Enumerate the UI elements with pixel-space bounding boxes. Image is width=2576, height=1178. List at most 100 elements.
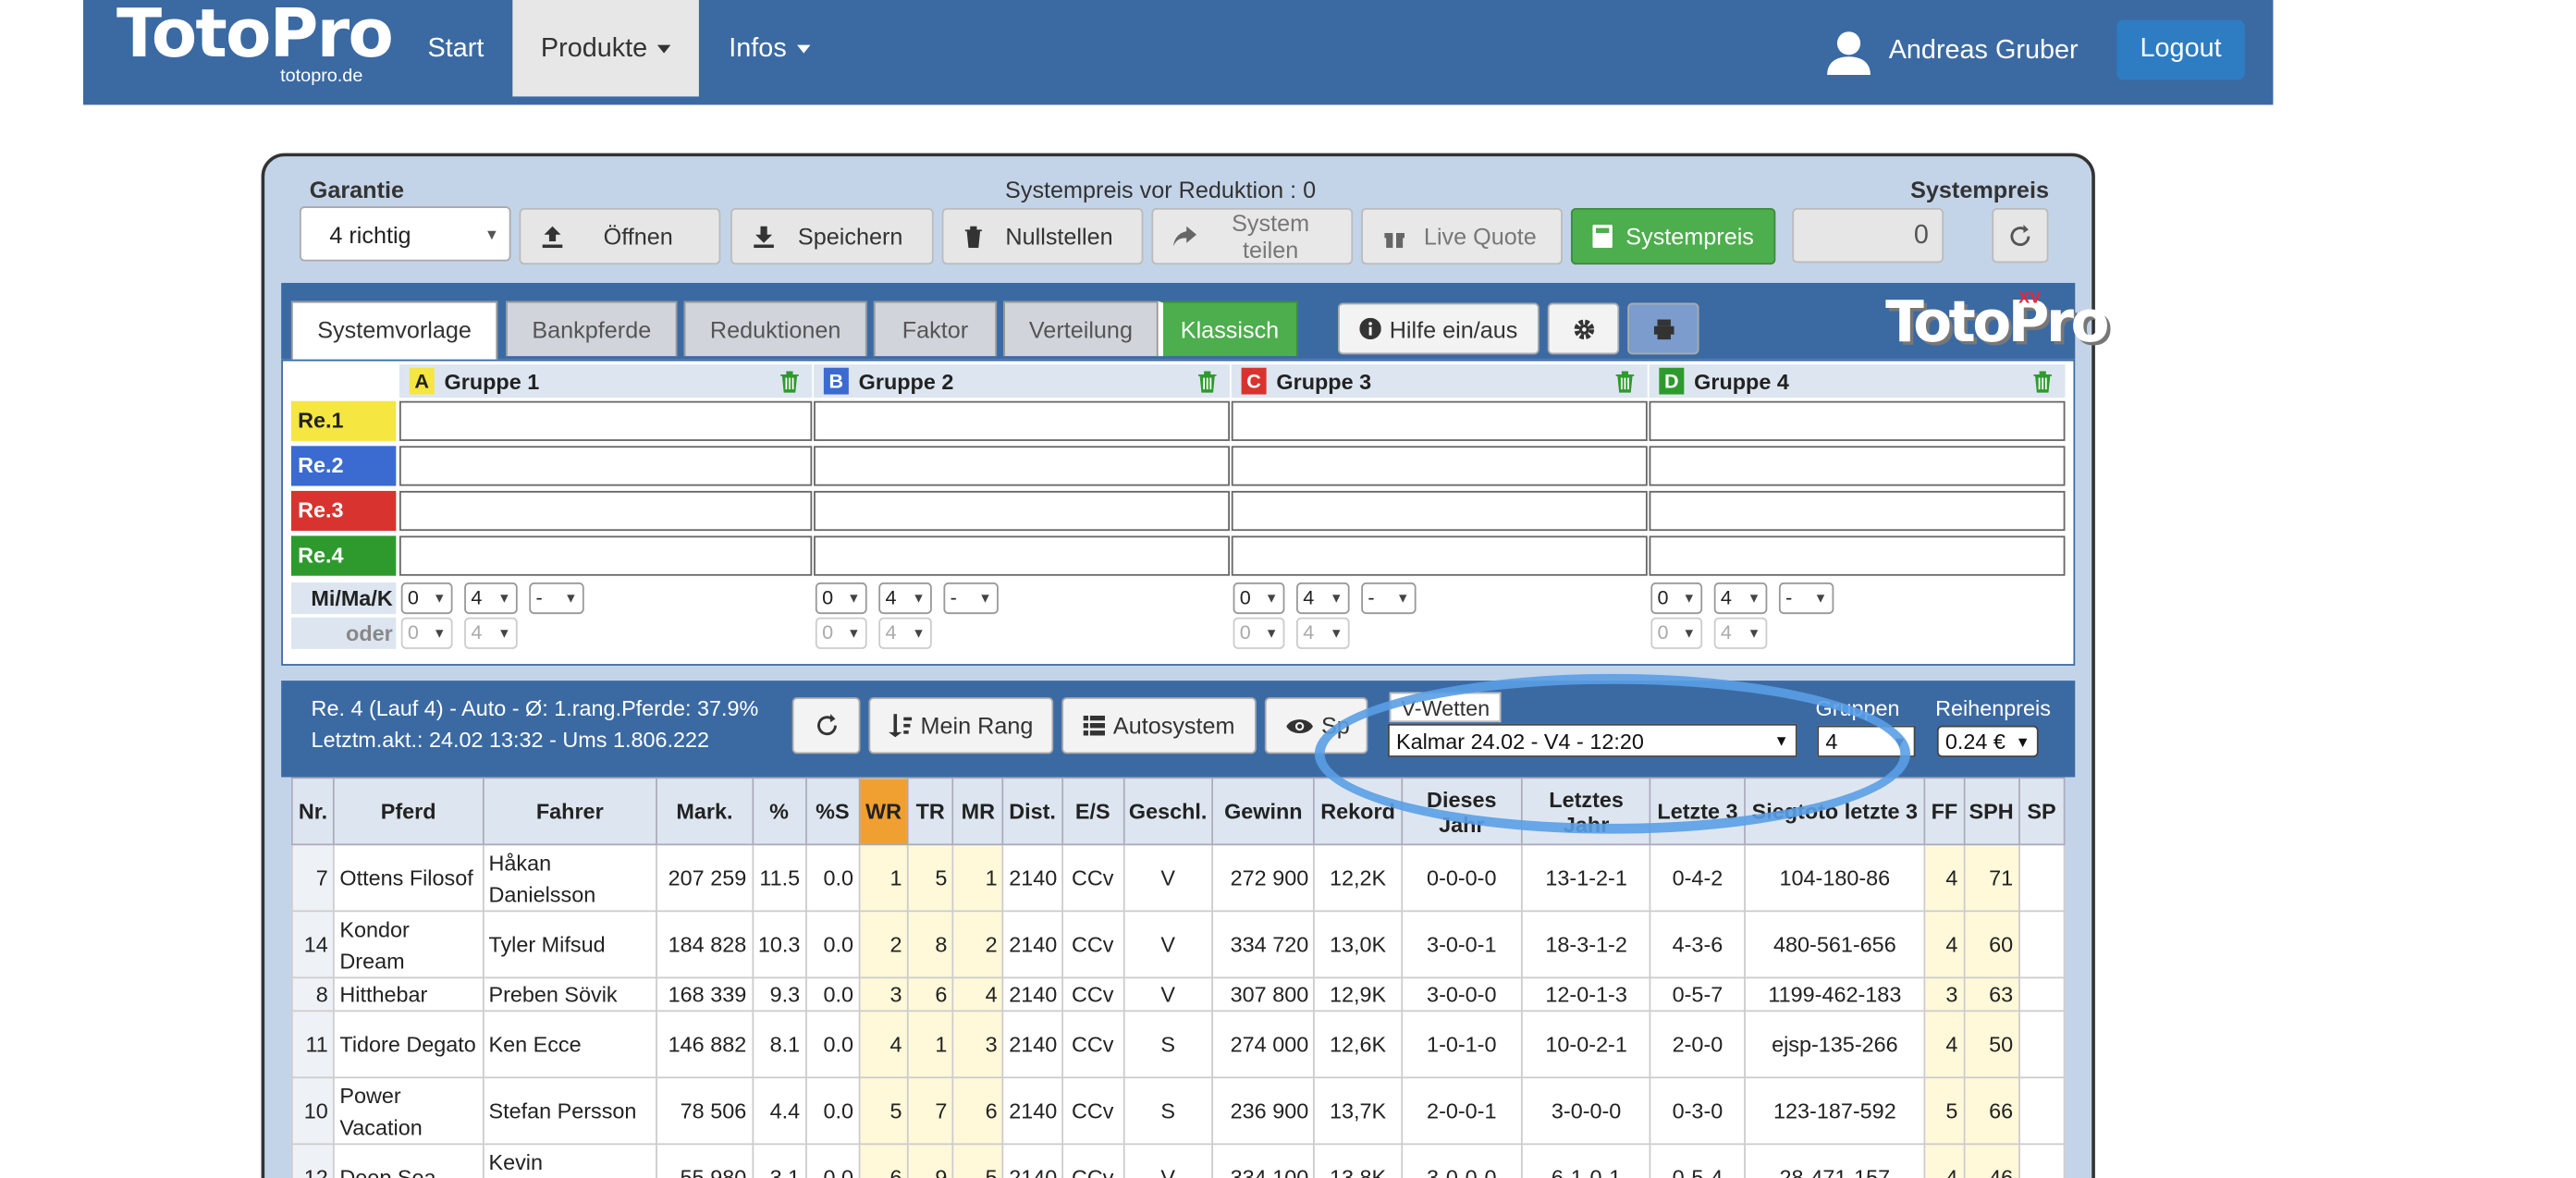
table-cell: S: [1122, 1076, 1214, 1146]
table-row[interactable]: 7 Ottens Filosof Håkan Danielsson 207 259 11…: [290, 843, 2066, 913]
tab-systemvorlage[interactable]: Systemvorlage: [290, 301, 498, 360]
reload-button[interactable]: [791, 697, 861, 755]
ma-select[interactable]: 4 ▼: [878, 582, 932, 615]
print-button[interactable]: [1627, 302, 1699, 355]
systempreis-button[interactable]: Systempreis: [1570, 207, 1776, 265]
refresh-price-button[interactable]: [1992, 207, 2049, 264]
group-cell[interactable]: [1231, 535, 1648, 576]
table-row[interactable]: 14 Kondor Dream Tyler Mifsud 184 828 10.3 0.0…: [290, 910, 2066, 979]
trash-icon[interactable]: [1197, 370, 1217, 392]
autosystem-button[interactable]: Autosystem: [1061, 697, 1257, 755]
table-cell: 46: [1962, 1143, 2020, 1178]
group-cell[interactable]: [1649, 446, 2066, 486]
chevron-down-icon: ▼: [433, 625, 447, 641]
nav-start[interactable]: Start: [401, 0, 510, 96]
table-row[interactable]: 11 Tidore Degato Ken Ecce 146 882 8.1 0.0 4 1 3 2…: [290, 1010, 2066, 1079]
ma-select[interactable]: 4 ▼: [464, 582, 518, 615]
k-select[interactable]: - ▼: [943, 582, 999, 615]
nav-infos[interactable]: Infos: [702, 0, 836, 96]
column-header[interactable]: Fahrer: [482, 777, 658, 846]
vwetten-select[interactable]: Kalmar 24.02 - V4 - 12:20 ▼: [1387, 723, 1797, 757]
mi-select[interactable]: 0 ▼: [1650, 582, 1703, 615]
oeffnen-button[interactable]: Öffnen: [519, 207, 721, 265]
logout-button[interactable]: Logout: [2116, 19, 2245, 80]
column-header[interactable]: %: [751, 777, 807, 846]
brand-logo[interactable]: TotoPro totopro.de: [117, 0, 394, 87]
tab-faktor[interactable]: Faktor: [873, 301, 998, 357]
table-cell: 3-0-0-1: [1400, 910, 1523, 979]
group-cell[interactable]: [1649, 535, 2066, 576]
trash-icon[interactable]: [1615, 370, 1635, 392]
speichern-button[interactable]: Speichern: [730, 207, 934, 265]
ma-select[interactable]: 4 ▼: [1713, 582, 1768, 615]
column-header[interactable]: Siegtoto letzte 3: [1743, 777, 1926, 846]
column-header[interactable]: Rekord: [1313, 777, 1403, 846]
system-teilen-button[interactable]: System teilen: [1151, 207, 1354, 265]
column-header[interactable]: Letzte 3: [1650, 777, 1746, 846]
column-header[interactable]: TR: [906, 777, 954, 846]
group-cell[interactable]: [399, 400, 813, 441]
nullstellen-button[interactable]: Nullstellen: [941, 207, 1144, 265]
table-row[interactable]: 10 Power Vacation Stefan Persson 78 506 4.4 0…: [290, 1076, 2066, 1146]
garantie-select[interactable]: 4 richtig ▼: [299, 206, 511, 262]
user-menu[interactable]: Andreas Gruber: [1825, 0, 2079, 104]
group-cell[interactable]: [814, 400, 1231, 441]
table-cell: V: [1122, 1143, 1214, 1178]
group-cell[interactable]: [814, 535, 1231, 576]
mein-rang-button[interactable]: Mein Rang: [868, 697, 1054, 755]
column-header[interactable]: SPH: [1962, 777, 2020, 846]
live-quote-button[interactable]: Live Quote: [1361, 207, 1563, 265]
mi-select[interactable]: 0 ▼: [815, 582, 867, 615]
tab-verteilung[interactable]: Verteilung: [1003, 301, 1159, 357]
mi-select[interactable]: 0 ▼: [400, 582, 453, 615]
k-select[interactable]: - ▼: [1361, 582, 1417, 615]
settings-button[interactable]: [1547, 302, 1620, 355]
column-header[interactable]: FF: [1924, 777, 1965, 846]
user-name: Andreas Gruber: [1888, 36, 2079, 66]
group-cell[interactable]: [1649, 490, 2066, 532]
table-cell: 1-0-1-0: [1400, 1010, 1523, 1079]
mi-select[interactable]: 0 ▼: [1233, 582, 1285, 615]
k-select[interactable]: - ▼: [529, 582, 584, 615]
hilfe-button[interactable]: Hilfe ein/aus: [1337, 302, 1539, 355]
table-row[interactable]: 8 Hitthebar Preben Sövik 168 339 9.3 0.0 3 6 4 21…: [290, 976, 2066, 1012]
column-header[interactable]: MR: [951, 777, 1004, 846]
group-cell[interactable]: [399, 446, 813, 486]
column-header[interactable]: Dist.: [1002, 777, 1063, 846]
column-header[interactable]: Mark.: [656, 777, 754, 846]
group-cell[interactable]: [399, 535, 813, 576]
group-cell[interactable]: [1231, 490, 1648, 532]
table-cell: 0.0: [804, 1143, 861, 1178]
table-cell: 4: [858, 1010, 909, 1079]
trash-icon[interactable]: [780, 370, 799, 392]
column-header[interactable]: Letztes Jahr: [1521, 777, 1652, 846]
tab-reduktionen[interactable]: Reduktionen: [683, 301, 867, 357]
column-header[interactable]: WR: [858, 777, 909, 846]
column-header[interactable]: Gewinn: [1211, 777, 1316, 846]
sp-toggle-button[interactable]: Sp: [1264, 697, 1368, 755]
group-cell[interactable]: [1649, 400, 2066, 441]
column-header[interactable]: %S: [804, 777, 861, 846]
group-cell[interactable]: [399, 490, 813, 532]
tab-bankpferde[interactable]: Bankpferde: [506, 301, 678, 357]
column-header[interactable]: Geschl.: [1122, 777, 1214, 846]
reihenpreis-select[interactable]: 0.24 € ▼: [1936, 725, 2039, 757]
gruppen-select[interactable]: 4 ▼: [1817, 725, 1916, 757]
group-cell[interactable]: [814, 446, 1231, 486]
column-header[interactable]: Pferd: [333, 777, 485, 846]
group-cell[interactable]: [1231, 446, 1648, 486]
column-header[interactable]: Nr.: [290, 777, 336, 846]
column-header[interactable]: SP: [2018, 777, 2066, 846]
nav-produkte[interactable]: Produkte: [512, 0, 699, 97]
table-cell: CCv: [1061, 976, 1125, 1012]
trash-icon[interactable]: [2033, 370, 2053, 392]
ma-select[interactable]: 4 ▼: [1295, 582, 1350, 615]
group-cell[interactable]: [814, 490, 1231, 532]
column-header[interactable]: Dieses Jahr: [1400, 777, 1523, 846]
table-row[interactable]: 12Deep SeaKevin Oscarsson55 9803.10.0695…: [290, 1143, 2066, 1178]
group-cell[interactable]: [1231, 400, 1648, 441]
column-header[interactable]: E/S: [1061, 777, 1125, 846]
tab-klassisch[interactable]: Klassisch: [1158, 301, 1298, 357]
k-select[interactable]: - ▼: [1778, 582, 1834, 615]
mi-value: 0: [407, 585, 419, 609]
